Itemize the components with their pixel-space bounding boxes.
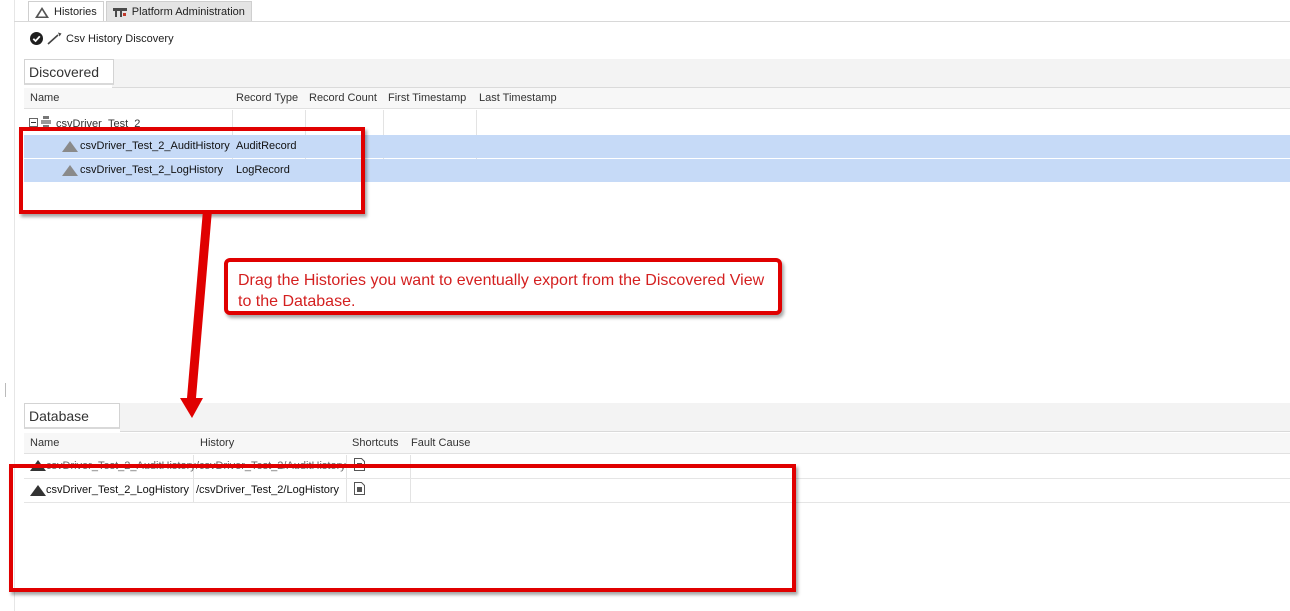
callout-text-line1: Drag the Histories you want to eventuall… [238, 272, 765, 289]
callout-text-line2: to the Database. [238, 293, 356, 310]
instruction-callout: Drag the Histories you want to eventuall… [224, 258, 782, 315]
